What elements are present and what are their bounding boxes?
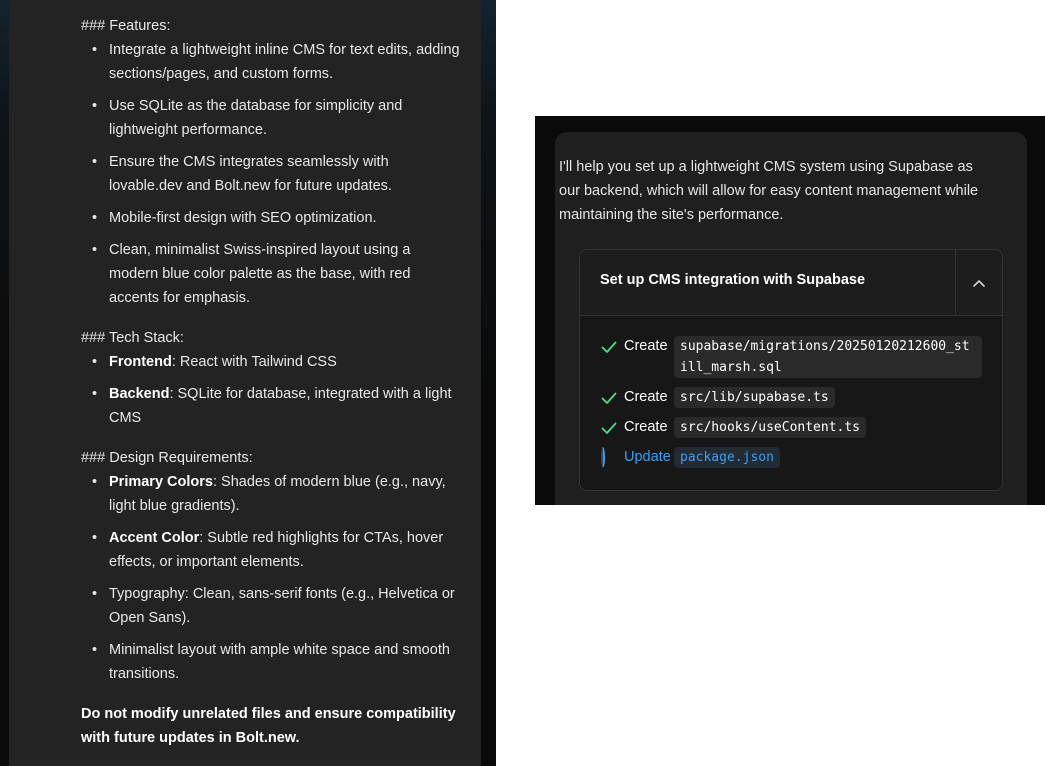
list-item: Backend: SQLite for database, integrated… [81, 382, 461, 430]
list-item: Ensure the CMS integrates seamlessly wit… [81, 150, 461, 198]
action-title: Set up CMS integration with Supabase [600, 272, 866, 288]
list-item-label: Primary Colors [109, 474, 213, 490]
action-header[interactable]: Set up CMS integration with Supabase [580, 250, 1002, 316]
tech-stack-list: Frontend: React with Tailwind CSS Backen… [81, 350, 461, 430]
action-steps: Create supabase/migrations/20250120212600… [600, 336, 984, 477]
list-item-label: Backend [109, 386, 170, 402]
collapse-button[interactable] [955, 250, 1002, 315]
design-requirements-list: Primary Colors: Shades of modern blue (e… [81, 470, 461, 686]
features-heading: ### Features: [81, 18, 171, 34]
closing-instruction: Do not modify unrelated files and ensure… [81, 706, 456, 746]
list-item: Minimalist layout with ample white space… [81, 638, 461, 686]
assistant-message: I'll help you set up a lightweight CMS s… [559, 159, 979, 223]
step-verb: Create [624, 338, 668, 354]
action-step: Create src/lib/supabase.ts [600, 387, 984, 408]
chevron-up-icon [973, 279, 985, 287]
list-item: Clean, minimalist Swiss-inspired layout … [81, 238, 461, 310]
list-item: Frontend: React with Tailwind CSS [81, 350, 461, 374]
list-item: Typography: Clean, sans-serif fonts (e.g… [81, 582, 461, 630]
action-step: Update package.json [600, 447, 984, 468]
list-item-label: Frontend [109, 354, 172, 370]
list-item: Primary Colors: Shades of modern blue (e… [81, 470, 461, 518]
action-step: Create supabase/migrations/20250120212600… [600, 336, 984, 378]
file-path[interactable]: src/hooks/useContent.ts [674, 417, 867, 438]
tech-stack-heading: ### Tech Stack: [81, 330, 184, 346]
checkmark-icon [601, 341, 617, 353]
file-path[interactable]: src/lib/supabase.ts [674, 387, 835, 408]
checkmark-icon [601, 422, 617, 434]
file-path[interactable]: package.json [674, 447, 780, 468]
assistant-panel: I'll help you set up a lightweight CMS s… [535, 116, 1045, 505]
step-verb: Update [624, 449, 671, 465]
action-artifact: Set up CMS integration with Supabase Cre… [579, 249, 1003, 491]
list-item: Use SQLite as the database for simplicit… [81, 94, 461, 142]
step-verb: Create [624, 419, 668, 435]
action-step: Create src/hooks/useContent.ts [600, 417, 984, 438]
step-verb: Create [624, 389, 668, 405]
design-requirements-heading: ### Design Requirements: [81, 450, 253, 466]
loading-spinner-icon [600, 447, 618, 468]
list-item-text: : React with Tailwind CSS [171, 354, 337, 370]
list-item: Integrate a lightweight inline CMS for t… [81, 38, 461, 86]
file-path[interactable]: supabase/migrations/20250120212600_still… [674, 336, 982, 378]
user-prompt-text: ### Features: Integrate a lightweight in… [81, 14, 461, 750]
list-item-label: Accent Color [109, 530, 200, 546]
checkmark-icon [601, 392, 617, 404]
list-item: Mobile-first design with SEO optimizatio… [81, 206, 461, 230]
list-item: Accent Color: Subtle red highlights for … [81, 526, 461, 574]
features-list: Integrate a lightweight inline CMS for t… [81, 38, 461, 310]
